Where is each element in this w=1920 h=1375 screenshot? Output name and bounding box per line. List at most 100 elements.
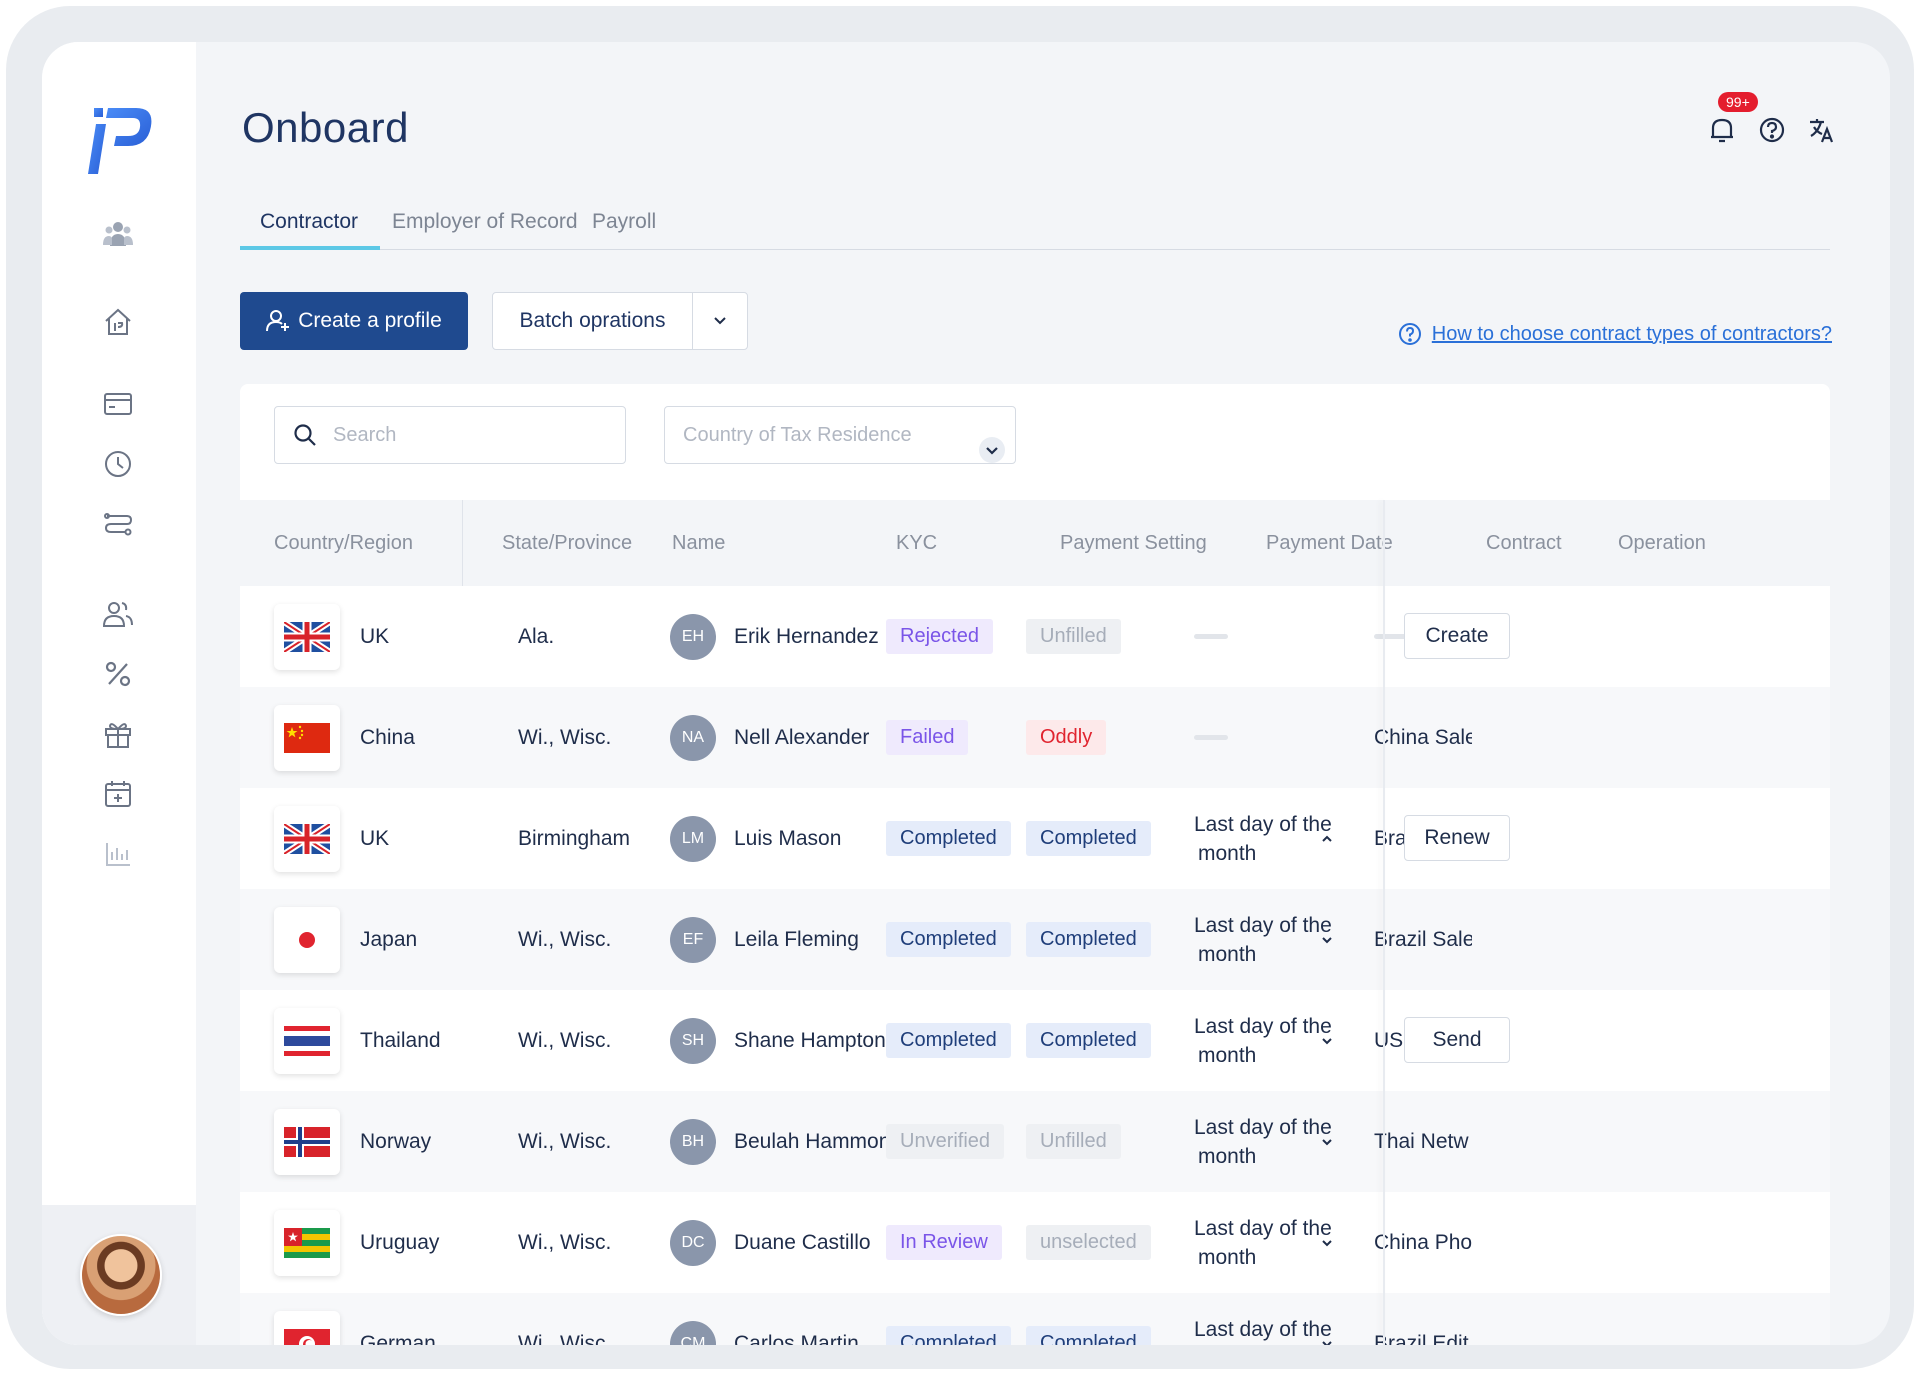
cell-payment-setting: unselected (1026, 1192, 1151, 1293)
notification-badge: 99+ (1718, 92, 1758, 112)
table-row[interactable]: UK Birmingham LM Luis Mason Completed Complet… (240, 788, 1830, 889)
table-row[interactable]: China Wi., Wisc. NA Nell Alexander Failed Odd… (240, 687, 1830, 788)
help-icon[interactable] (1756, 114, 1788, 146)
payment-date-text: Last day of the (1194, 1014, 1332, 1038)
payment-status-badge: Completed (1026, 1023, 1151, 1058)
chevron-down-icon[interactable] (1321, 1293, 1333, 1345)
batch-operations-label[interactable]: Batch oprations (493, 293, 693, 349)
payment-date-text: Last day of the (1194, 812, 1332, 836)
clock-icon[interactable] (98, 444, 138, 484)
payment-status-badge: Completed (1026, 922, 1151, 957)
contractor-name[interactable]: Duane Castillo (734, 1231, 871, 1255)
fixed-column-divider (1383, 500, 1385, 1345)
cell-country: Norway (360, 1129, 432, 1153)
cell-kyc: Rejected (886, 586, 993, 687)
cell-name: BH Beulah Hammond (670, 1091, 902, 1192)
payment-date-text-2: month (1198, 841, 1257, 865)
kyc-status-badge: In Review (886, 1225, 1002, 1260)
chevron-up-icon[interactable] (1321, 788, 1333, 889)
tab-payroll[interactable]: Payroll (592, 200, 656, 250)
table-row[interactable]: Japan Wi., Wisc. EF Leila Fleming Completed C… (240, 889, 1830, 990)
translate-icon[interactable] (1806, 114, 1838, 146)
users-icon[interactable] (98, 594, 138, 634)
main-content: Onboard 99+ Contractor Employer of Recor… (196, 42, 1890, 1345)
bell-icon[interactable]: 99+ (1706, 92, 1758, 146)
contract-types-help-link[interactable]: How to choose contract types of contract… (1398, 322, 1832, 346)
table-row[interactable]: Uruguay Wi., Wisc. DC Duane Castillo In Revi… (240, 1192, 1830, 1293)
create-profile-button[interactable]: Create a profile (240, 292, 468, 350)
batch-operations-button[interactable]: Batch oprations (492, 292, 748, 350)
avatar: EF (670, 916, 716, 963)
column-header: Country/Region (274, 532, 413, 554)
cell-country: China (360, 725, 415, 749)
contractor-name[interactable]: Shane Hampton (734, 1029, 886, 1053)
home-icon[interactable] (98, 302, 138, 342)
operation-button[interactable]: Create (1404, 613, 1510, 659)
create-profile-label: Create a profile (298, 309, 442, 332)
team-icon[interactable] (98, 214, 138, 254)
cell-kyc: In Review (886, 1192, 1002, 1293)
cell-payment-setting: Completed (1026, 889, 1151, 990)
contractor-table-card: Country of Tax Residence Country/Region … (240, 384, 1830, 1345)
cell-state: Wi., Wisc. (518, 927, 612, 951)
search-input[interactable] (333, 423, 573, 447)
flag-icon (274, 705, 340, 771)
cell-payment-setting: Unfilled (1026, 1091, 1121, 1192)
cell-contract[interactable]: Brazil Sale (1374, 889, 1472, 990)
kyc-status-badge: Completed (886, 1326, 1011, 1345)
tab-contractor[interactable]: Contractor (260, 200, 358, 250)
chevron-down-icon[interactable] (1321, 990, 1333, 1091)
gift-icon[interactable] (98, 714, 138, 754)
cell-name: SH Shane Hampton (670, 990, 886, 1091)
cell-contract[interactable]: Brazil Edit (1374, 1293, 1472, 1346)
search-box[interactable] (274, 406, 626, 464)
cell-state: Wi., Wisc. (518, 725, 612, 749)
active-tab-indicator (240, 246, 380, 250)
percent-icon[interactable] (98, 654, 138, 694)
column-divider (462, 500, 463, 586)
column-header: Name (672, 532, 726, 554)
tab-employer-of-record[interactable]: Employer of Record (392, 200, 578, 250)
country-select[interactable]: Country of Tax Residence (664, 406, 1016, 464)
chevron-down-icon[interactable] (1321, 889, 1333, 990)
user-avatar[interactable] (80, 1234, 162, 1316)
contractor-name[interactable]: Leila Fleming (734, 928, 859, 952)
contractor-name[interactable]: Beulah Hammond (734, 1130, 902, 1154)
contractor-name[interactable]: Carlos Martin (734, 1332, 859, 1346)
table-header: Country/Region State/Province Name KYC P… (240, 500, 1830, 586)
search-icon (294, 424, 316, 446)
flow-icon[interactable] (98, 504, 138, 544)
flag-icon (274, 604, 340, 670)
contractor-name[interactable]: Erik Hernandez (734, 625, 879, 649)
chevron-down-icon[interactable] (1321, 1192, 1333, 1293)
table-row[interactable]: Norway Wi., Wisc. BH Beulah Hammond Unverifi… (240, 1091, 1830, 1192)
calendar-add-icon[interactable] (98, 774, 138, 814)
flag-icon (274, 806, 340, 872)
help-link-text[interactable]: How to choose contract types of contract… (1432, 323, 1832, 346)
contractor-name[interactable]: Luis Mason (734, 827, 841, 851)
chevron-down-icon[interactable] (1321, 1091, 1333, 1192)
operation-button[interactable]: Send (1404, 1017, 1510, 1063)
card-icon[interactable] (98, 384, 138, 424)
chevron-down-icon[interactable] (693, 293, 747, 349)
cell-country: Thailand (360, 1028, 441, 1052)
operation-button[interactable]: Renew (1404, 815, 1510, 861)
cell-contract[interactable]: Thai Netw (1374, 1091, 1472, 1192)
table-row[interactable]: UK Ala. EH Erik Hernandez Rejected Unfilled Cr… (240, 586, 1830, 687)
table-row[interactable]: Thailand Wi., Wisc. SH Shane Hampton Complet… (240, 990, 1830, 1091)
cell-contract[interactable]: China Pho (1374, 1192, 1472, 1293)
chart-icon[interactable] (98, 834, 138, 874)
payment-date-text-2: month (1194, 1344, 1332, 1346)
page-title: Onboard (242, 104, 409, 151)
contractor-name[interactable]: Nell Alexander (734, 726, 869, 750)
flag-icon (274, 1008, 340, 1074)
chevron-down-icon[interactable] (979, 437, 1005, 463)
cell-contract[interactable]: China Sale (1374, 687, 1472, 788)
empty-dash (1194, 735, 1228, 740)
app-screen: Onboard 99+ Contractor Employer of Recor… (42, 42, 1890, 1345)
column-header: Payment Setting (1060, 532, 1207, 554)
table-row[interactable]: German Wi., Wisc. CM Carlos Martin Completed… (240, 1293, 1830, 1345)
cell-state: Wi., Wisc. (518, 1331, 612, 1346)
cell-payment-date: Last day of the month (1194, 788, 1332, 889)
cell-kyc: Unverified (886, 1091, 1005, 1192)
